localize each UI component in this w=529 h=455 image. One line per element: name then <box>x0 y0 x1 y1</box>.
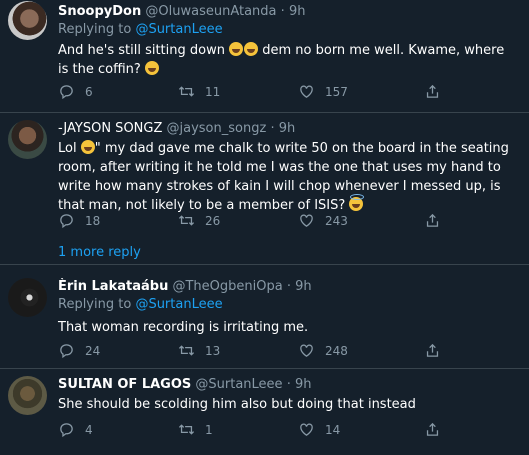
reply-count: 4 <box>85 422 93 437</box>
replying-to-label: Replying to <box>58 22 132 37</box>
user-handle[interactable]: @jayson_songz <box>167 121 267 136</box>
like-button[interactable]: 14 <box>298 421 340 438</box>
display-name[interactable]: Èrin Lakataábu <box>58 279 168 294</box>
face-with-tears-of-joy-icon <box>144 61 159 75</box>
replying-to-link[interactable]: @SurtanLeee <box>135 22 222 37</box>
share-button[interactable] <box>424 212 441 229</box>
tweet-text-part: And he's still sitting down <box>58 43 230 58</box>
timestamp[interactable]: 9h <box>295 377 312 392</box>
replying-to: Replying to @SurtanLeee <box>58 296 517 314</box>
retweet-button[interactable]: 26 <box>178 212 220 229</box>
show-more-replies-link[interactable]: 1 more reply <box>58 245 141 260</box>
tweet-text: Lol " my dad gave me chalk to write 50 o… <box>58 139 517 215</box>
separator-dot: · <box>286 377 291 392</box>
tweet-actions: 24 13 248 <box>58 342 458 362</box>
reply-icon <box>60 344 73 359</box>
reply-count: 18 <box>85 213 101 228</box>
separator-dot: · <box>286 279 291 294</box>
user-handle[interactable]: @OluwaseunAtanda <box>145 4 276 19</box>
retweet-count: 1 <box>205 422 213 437</box>
share-icon <box>426 84 439 98</box>
tweet-actions: 18 26 243 <box>58 212 458 232</box>
avatar[interactable] <box>8 278 47 317</box>
share-icon <box>426 422 439 436</box>
tweet-3[interactable]: Èrin Lakataábu @TheOgbeniOpa · 9h Replyi… <box>0 265 529 369</box>
heart-icon <box>300 214 313 227</box>
retweet-button[interactable]: 13 <box>178 342 220 359</box>
tweet-text-part: " my dad gave me chalk to write 50 on th… <box>58 141 509 213</box>
separator-dot: · <box>270 121 275 136</box>
tweet-header: Èrin Lakataábu @TheOgbeniOpa · 9h <box>58 278 517 296</box>
reply-button[interactable]: 4 <box>58 421 93 438</box>
tweet-text: That woman recording is irritating me. <box>58 320 309 335</box>
share-button[interactable] <box>424 83 441 100</box>
reply-button[interactable]: 6 <box>58 83 93 100</box>
display-name[interactable]: SnoopyDon <box>58 4 141 19</box>
share-icon <box>426 213 439 227</box>
tweet-4[interactable]: SULTAN OF LAGOS @SurtanLeee · 9h She sho… <box>0 369 529 455</box>
retweet-icon <box>178 424 195 435</box>
user-handle[interactable]: @TheOgbeniOpa <box>172 279 282 294</box>
heart-icon <box>300 423 313 436</box>
reply-icon <box>60 85 73 100</box>
tweet-text: She should be scolding him also but doin… <box>58 397 416 412</box>
avatar[interactable] <box>8 1 47 40</box>
replying-to-link[interactable]: @SurtanLeee <box>135 297 222 312</box>
face-with-tears-of-joy-icon <box>80 140 95 154</box>
tweet-2[interactable]: -JAYSON SONGZ @jayson_songz · 9h Lol " m… <box>0 113 529 265</box>
timestamp[interactable]: 9h <box>295 279 312 294</box>
retweet-icon <box>178 345 195 356</box>
reply-button[interactable]: 24 <box>58 342 100 359</box>
display-name[interactable]: -JAYSON SONGZ <box>58 121 162 136</box>
like-button[interactable]: 248 <box>298 342 348 359</box>
avatar[interactable] <box>8 376 47 415</box>
retweet-count: 26 <box>205 213 221 228</box>
tweet-text: And he's still sitting down dem no born … <box>58 41 517 79</box>
tweet-1[interactable]: SnoopyDon @OluwaseunAtanda · 9h Replying… <box>0 0 529 113</box>
like-count: 14 <box>325 422 341 437</box>
retweet-button[interactable]: 1 <box>178 421 213 438</box>
tweet-header: -JAYSON SONGZ @jayson_songz · 9h <box>58 120 517 138</box>
like-button[interactable]: 157 <box>298 83 348 100</box>
reply-icon <box>60 423 73 438</box>
reply-button[interactable]: 18 <box>58 212 100 229</box>
heart-icon <box>300 344 313 357</box>
reply-count: 24 <box>85 343 101 358</box>
replying-to-label: Replying to <box>58 297 132 312</box>
user-handle[interactable]: @SurtanLeee <box>195 377 282 392</box>
smiling-face-with-halo-icon <box>349 194 365 211</box>
like-button[interactable]: 243 <box>298 212 348 229</box>
face-with-tears-of-joy-icon <box>229 42 244 56</box>
tweet-header: SULTAN OF LAGOS @SurtanLeee · 9h <box>58 376 517 394</box>
tweet-actions: 6 11 157 <box>58 83 458 103</box>
face-with-tears-of-joy-icon <box>244 42 259 56</box>
tweet-actions: 4 1 14 <box>58 421 458 441</box>
replying-to: Replying to @SurtanLeee <box>58 21 517 39</box>
reply-icon <box>60 214 73 229</box>
separator-dot: · <box>280 4 285 19</box>
like-count: 248 <box>325 343 348 358</box>
tweet-header: SnoopyDon @OluwaseunAtanda · 9h <box>58 3 517 21</box>
avatar[interactable] <box>8 120 47 159</box>
like-count: 243 <box>325 213 348 228</box>
retweet-button[interactable]: 11 <box>178 83 220 100</box>
retweet-icon <box>178 86 195 97</box>
heart-icon <box>300 85 313 98</box>
retweet-count: 11 <box>205 84 221 99</box>
reply-count: 6 <box>85 84 93 99</box>
retweet-count: 13 <box>205 343 221 358</box>
tweet-text-part: Lol <box>58 141 81 156</box>
share-button[interactable] <box>424 342 441 359</box>
share-button[interactable] <box>424 421 441 438</box>
timestamp[interactable]: 9h <box>289 4 306 19</box>
retweet-icon <box>178 215 195 226</box>
like-count: 157 <box>325 84 348 99</box>
share-icon <box>426 343 439 357</box>
timestamp[interactable]: 9h <box>279 121 296 136</box>
display-name[interactable]: SULTAN OF LAGOS <box>58 377 191 392</box>
